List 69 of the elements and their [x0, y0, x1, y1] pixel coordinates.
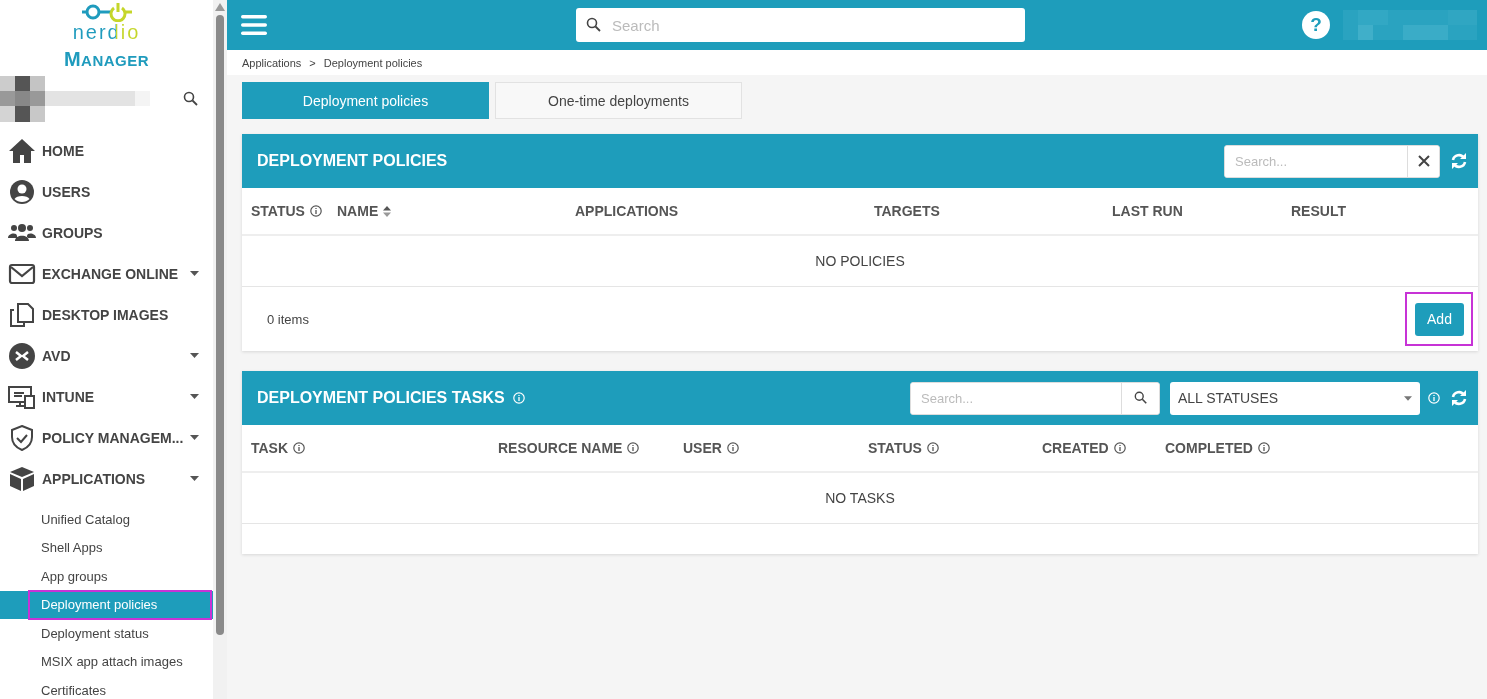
column-header: TASK	[251, 440, 289, 456]
info-icon[interactable]	[726, 442, 739, 454]
search-icon	[1133, 391, 1148, 405]
search-icon[interactable]	[183, 91, 199, 107]
breadcrumb-current: Deployment policies	[323, 56, 423, 69]
column-header[interactable]: STATUS	[251, 203, 305, 219]
empty-message: NO TASKS	[242, 473, 1478, 524]
sidebar-subitem[interactable]: Deployment status	[0, 619, 213, 648]
sort-icon[interactable]	[383, 205, 392, 217]
nav-item[interactable]: INTUNE	[0, 376, 213, 417]
column-header: CREATED	[1042, 440, 1109, 456]
panel-title: DEPLOYMENT POLICIES	[257, 152, 448, 170]
breadcrumb-separator: >	[309, 56, 316, 69]
info-icon[interactable]	[309, 205, 322, 217]
close-icon	[1416, 154, 1431, 168]
nav-item[interactable]: HOME	[0, 130, 213, 171]
column-header: RESOURCE NAME	[498, 440, 623, 456]
caret-down-icon	[1404, 395, 1412, 401]
avd-logo-icon	[8, 342, 36, 369]
shield-check-icon	[8, 424, 36, 451]
refresh-icon[interactable]	[1450, 152, 1468, 170]
sidebar-subitem[interactable]: Unified Catalog	[0, 505, 213, 534]
search-box[interactable]: Search	[576, 8, 1025, 42]
search-box[interactable]: Search...	[910, 381, 1160, 415]
column-header[interactable]: APPLICATIONS	[575, 203, 679, 219]
tab[interactable]: One-time deployments	[495, 82, 742, 119]
menu-icon[interactable]	[241, 14, 267, 36]
column-header[interactable]: RESULT	[1291, 203, 1346, 219]
nav-item[interactable]: APPLICATIONS	[0, 458, 213, 499]
sidebar-subitem[interactable]: App groups	[0, 562, 213, 591]
info-icon[interactable]	[627, 442, 640, 454]
box-icon	[8, 465, 36, 492]
search-button[interactable]	[1121, 382, 1159, 414]
search-box[interactable]: Search...	[1224, 144, 1440, 178]
item-count: 0 items	[267, 311, 309, 327]
copy-icon	[8, 301, 36, 328]
info-icon[interactable]	[1257, 442, 1270, 454]
nav-item[interactable]: DESKTOP IMAGES	[0, 294, 213, 335]
breadcrumb-link[interactable]: Applications	[242, 56, 302, 69]
product-name: MANAGER	[63, 48, 150, 71]
panel-title: DEPLOYMENT POLICIES TASKS	[257, 389, 505, 407]
nav-item[interactable]: GROUPS	[0, 212, 213, 253]
refresh-icon[interactable]	[1450, 389, 1468, 407]
info-icon[interactable]	[293, 442, 306, 454]
empty-message: NO POLICIES	[242, 236, 1478, 287]
sidebar-subitem[interactable]: Certificates	[0, 676, 213, 699]
info-icon[interactable]	[1113, 442, 1126, 454]
clear-button[interactable]	[1407, 145, 1439, 177]
search-icon	[586, 17, 602, 33]
logo-wordmark: nerdio	[72, 22, 141, 42]
column-header: COMPLETED	[1165, 440, 1253, 456]
column-header[interactable]: TARGETS	[874, 203, 940, 219]
status-dropdown[interactable]: ALL STATUSES	[1170, 381, 1420, 415]
sidebar-subitem[interactable]: MSIX app attach images	[0, 647, 213, 676]
nav-item[interactable]: POLICY MANAGEM...	[0, 417, 213, 458]
info-icon[interactable]	[926, 442, 939, 454]
sidebar-subitem[interactable]: Shell Apps	[0, 533, 213, 562]
column-header: STATUS	[868, 440, 922, 456]
column-header: USER	[683, 440, 722, 456]
scrollbar-thumb[interactable]	[216, 15, 224, 635]
nav-item[interactable]: EXCHANGE ONLINE	[0, 253, 213, 294]
column-header[interactable]: NAME	[337, 203, 379, 219]
user-circle-icon	[8, 178, 36, 205]
nav-item[interactable]: AVD	[0, 335, 213, 376]
nav-item[interactable]: USERS	[0, 171, 213, 212]
logo-mark-icon	[81, 2, 132, 22]
monitor-icon	[8, 383, 36, 410]
home-icon	[8, 137, 36, 164]
column-header[interactable]: LAST RUN	[1112, 203, 1183, 219]
